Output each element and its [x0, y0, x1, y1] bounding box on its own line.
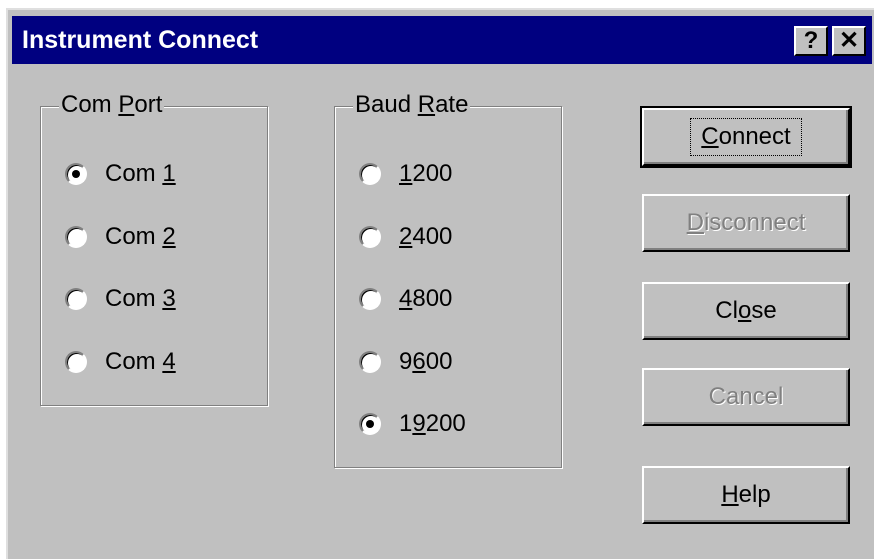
title-bar[interactable]: Instrument Connect ? ✕: [12, 16, 872, 64]
radio-label: Com 1: [105, 160, 176, 187]
baud-option-9600[interactable]: 9600: [359, 347, 452, 377]
radio-button[interactable]: [359, 288, 381, 310]
radio-button[interactable]: [359, 351, 381, 373]
com-port-option-4[interactable]: Com 4: [65, 347, 176, 377]
com-port-option-1[interactable]: Com 1: [65, 159, 176, 189]
radio-button-checked[interactable]: [65, 163, 87, 185]
baud-option-1200[interactable]: 1200: [359, 159, 452, 189]
connect-button-label: Connect: [690, 118, 802, 156]
disconnect-button-label: Disconnect: [686, 209, 806, 236]
radio-label: Com 3: [105, 285, 176, 312]
disconnect-button[interactable]: Disconnect: [642, 194, 850, 252]
radio-label: Com 2: [105, 223, 176, 250]
close-button[interactable]: Close: [642, 282, 850, 340]
com-port-option-3[interactable]: Com 3: [65, 284, 176, 314]
cancel-button-label: Cancel: [708, 383, 784, 410]
radio-button[interactable]: [65, 351, 87, 373]
help-button-label: Help: [721, 481, 771, 508]
radio-button[interactable]: [359, 226, 381, 248]
connect-button[interactable]: Connect: [640, 106, 852, 168]
radio-button[interactable]: [359, 163, 381, 185]
radio-label: 1200: [399, 160, 453, 187]
com-port-group: Com Port Com 1 Com 2 Com 3 Com 4: [40, 91, 268, 406]
com-port-legend: Com Port: [59, 91, 165, 119]
baud-option-19200[interactable]: 19200: [359, 409, 466, 439]
radio-label: 2400: [399, 223, 453, 250]
radio-label: 9600: [399, 348, 453, 375]
close-icon[interactable]: ✕: [832, 26, 866, 56]
baud-option-4800[interactable]: 4800: [359, 284, 452, 314]
baud-rate-legend: Baud Rate: [353, 91, 471, 119]
radio-button-checked[interactable]: [359, 413, 381, 435]
cancel-button[interactable]: Cancel: [642, 368, 850, 426]
baud-option-2400[interactable]: 2400: [359, 222, 452, 252]
radio-label: 4800: [399, 285, 453, 312]
radio-label: 19200: [399, 410, 466, 437]
help-button[interactable]: Help: [642, 466, 850, 524]
instrument-connect-dialog: Instrument Connect ? ✕ Com Port Com 1 Co…: [6, 8, 874, 559]
close-button-label: Close: [715, 297, 777, 324]
window-title: Instrument Connect: [22, 26, 259, 54]
com-port-option-2[interactable]: Com 2: [65, 222, 176, 252]
radio-button[interactable]: [65, 288, 87, 310]
help-question-icon[interactable]: ?: [794, 26, 828, 56]
baud-rate-group: Baud Rate 1200 2400 4800 9600 19200: [334, 91, 562, 468]
radio-button[interactable]: [65, 226, 87, 248]
radio-label: Com 4: [105, 348, 176, 375]
